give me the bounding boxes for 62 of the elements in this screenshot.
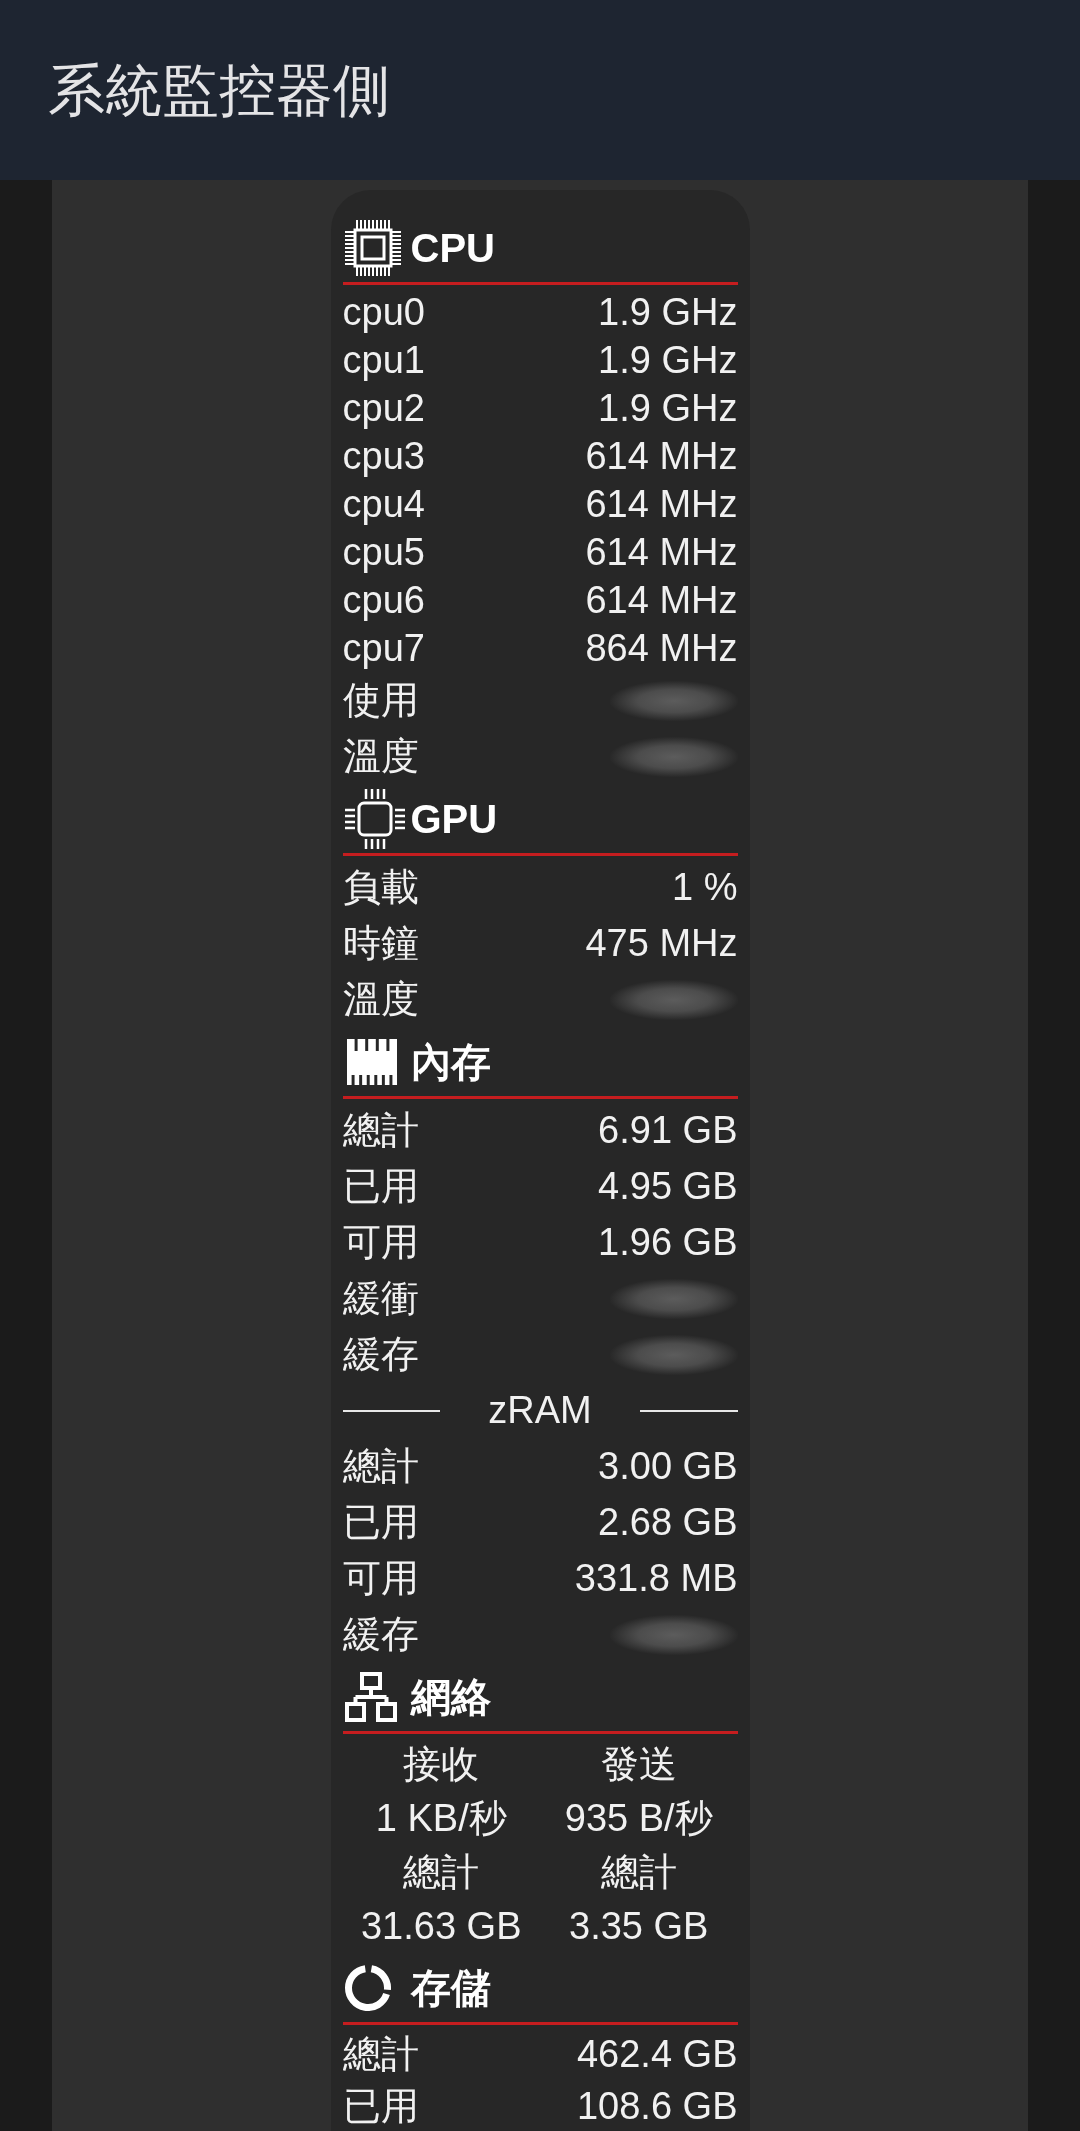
column-heading: 發送 bbox=[600, 1743, 677, 1787]
total-label: 總計 bbox=[403, 1851, 480, 1895]
stat-value: 864 MHz bbox=[585, 627, 738, 671]
stat-value: 1.9 GHz bbox=[598, 291, 738, 335]
stat-value: 614 MHz bbox=[585, 483, 738, 527]
stat-label: 溫度 bbox=[342, 735, 419, 779]
stat-label: cpu1 bbox=[342, 339, 425, 383]
stat-label: cpu3 bbox=[342, 435, 425, 479]
rate-value: 1 KB/秒 bbox=[375, 1797, 507, 1841]
stat-value: 3.00 GB bbox=[598, 1445, 738, 1489]
stat-label: 溫度 bbox=[342, 978, 419, 1022]
app-title: 系統監控器側 bbox=[48, 56, 390, 124]
stat-label: cpu0 bbox=[342, 291, 425, 335]
stat-value: 614 MHz bbox=[585, 531, 738, 575]
section-title: 網絡 bbox=[410, 1674, 491, 1720]
chip-icon bbox=[344, 789, 405, 849]
stat-value: 4.95 GB bbox=[598, 1165, 738, 1209]
column-heading: 接收 bbox=[403, 1743, 480, 1787]
cpu-chip-icon bbox=[344, 220, 401, 276]
stat-value: 6.91 GB bbox=[598, 1109, 738, 1153]
section-title: 存儲 bbox=[410, 1965, 491, 2011]
total-label: 總計 bbox=[600, 1851, 677, 1895]
stat-label: 已用 bbox=[342, 1165, 419, 1209]
stat-value: 1 % bbox=[672, 866, 738, 910]
stat-label: 可用 bbox=[342, 1221, 419, 1265]
stat-label: cpu7 bbox=[342, 627, 425, 671]
stat-label: 總計 bbox=[342, 1109, 419, 1153]
stat-label: 使用 bbox=[342, 679, 419, 723]
stat-label: cpu4 bbox=[342, 483, 425, 527]
stat-label: 已用 bbox=[342, 2085, 419, 2129]
section-title: GPU bbox=[410, 796, 498, 842]
stat-label: cpu5 bbox=[342, 531, 425, 575]
stat-value: 614 MHz bbox=[585, 579, 738, 623]
stat-label: 緩存 bbox=[342, 1613, 419, 1657]
ring-icon bbox=[344, 1965, 391, 2011]
stat-value: 614 MHz bbox=[585, 435, 738, 479]
stat-label: 可用 bbox=[342, 1557, 419, 1601]
stat-value: 475 MHz bbox=[585, 922, 738, 966]
stat-label: 時鐘 bbox=[342, 922, 419, 966]
stat-label: 緩存 bbox=[342, 1333, 419, 1377]
stat-value: 462.4 GB bbox=[576, 2033, 738, 2077]
stat-value: 331.8 MB bbox=[574, 1557, 738, 1601]
subsection-title: zRAM bbox=[487, 1389, 593, 1433]
stat-label: 總計 bbox=[342, 1445, 419, 1489]
stat-value: 2.68 GB bbox=[598, 1501, 738, 1545]
memory-stick-icon bbox=[344, 1039, 399, 1085]
network-icon bbox=[344, 1672, 397, 1722]
stat-value: 1.9 GHz bbox=[598, 339, 738, 383]
stat-label: 總計 bbox=[342, 2033, 419, 2077]
stat-label: 負載 bbox=[342, 866, 419, 910]
stat-value: 108.6 GB bbox=[576, 2085, 738, 2129]
stat-value: 1.9 GHz bbox=[598, 387, 738, 431]
section-title: 內存 bbox=[410, 1039, 491, 1085]
stat-label: cpu6 bbox=[342, 579, 425, 623]
stat-label: 緩衝 bbox=[342, 1277, 419, 1321]
section-title: CPU bbox=[410, 225, 495, 271]
total-value: 31.63 GB bbox=[360, 1905, 522, 1949]
stat-label: 已用 bbox=[342, 1501, 419, 1545]
rate-value: 935 B/秒 bbox=[564, 1797, 713, 1841]
stat-value: 1.96 GB bbox=[598, 1221, 738, 1265]
total-value: 3.35 GB bbox=[569, 1905, 709, 1949]
stat-label: cpu2 bbox=[342, 387, 425, 431]
